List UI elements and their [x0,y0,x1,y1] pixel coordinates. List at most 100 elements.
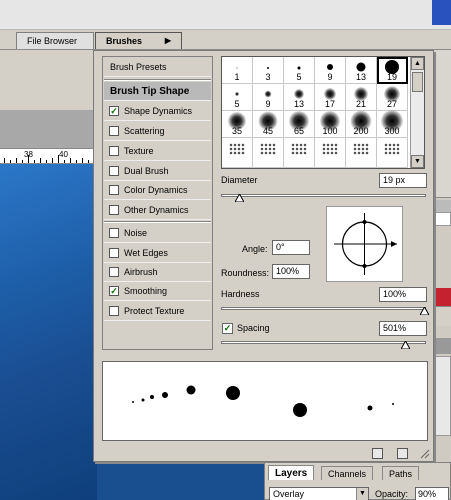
brush-size-label: 1 [234,72,240,82]
ruler-label: 40 [59,150,68,159]
brush-size-label: 45 [262,126,273,136]
tab-brushes[interactable]: Brushes ▶ [95,32,182,49]
separator [104,221,211,223]
protect-texture-checkbox[interactable] [109,306,119,316]
hardness-field[interactable]: 100% [379,287,427,302]
brush-grid-scrollbar[interactable]: ▲ ▼ [410,57,424,168]
option-label: Wet Edges [124,248,168,258]
roundness-field[interactable]: 100% [272,264,310,279]
brush-tip[interactable] [377,138,408,168]
brush-tip[interactable]: 9 [315,57,346,84]
option-shape-dynamics[interactable]: ✓ Shape Dynamics [104,102,211,121]
blend-mode-select[interactable]: Overlay ▼ [269,487,369,500]
color-dynamics-checkbox[interactable] [109,185,119,195]
option-label: Smoothing [124,286,168,296]
spacing-slider[interactable] [221,341,426,344]
document-canvas[interactable] [97,464,267,500]
option-label: Color Dynamics [124,185,188,195]
scroll-thumb[interactable] [412,72,423,92]
brush-tip[interactable]: 3 [253,57,284,84]
noise-checkbox[interactable] [109,228,119,238]
brush-tip[interactable] [284,138,315,168]
option-wet-edges[interactable]: Wet Edges [104,244,211,263]
brush-tip[interactable] [222,138,253,168]
scroll-up-icon[interactable]: ▲ [411,57,424,70]
option-dual-brush[interactable]: Dual Brush [104,162,211,181]
options-bar [0,0,451,30]
option-brush-presets[interactable]: Brush Presets [104,58,211,77]
tab-channels[interactable]: Channels [321,466,374,480]
angle-roundness-widget[interactable] [326,206,403,282]
diameter-slider[interactable] [221,194,426,197]
hardness-slider-knob[interactable] [420,307,429,315]
option-label: Protect Texture [124,306,185,316]
brush-tip[interactable]: 1 [222,57,253,84]
diameter-slider-knob[interactable] [235,194,244,202]
hardness-slider[interactable] [221,307,426,310]
blend-mode-value: Overlay [273,489,305,499]
spacing-checkbox[interactable]: ✓ [222,323,233,334]
brush-tip[interactable] [253,138,284,168]
brush-tip[interactable]: 35 [222,111,253,138]
brush-tip[interactable]: 100 [315,111,346,138]
opacity-field[interactable]: 90% [415,487,449,500]
brush-tip[interactable]: 27 [377,84,408,111]
smoothing-checkbox[interactable]: ✓ [109,286,119,296]
brush-tip[interactable]: 21 [346,84,377,111]
brush-tip[interactable]: 9 [253,84,284,111]
texture-checkbox[interactable] [109,146,119,156]
shape-dynamics-checkbox[interactable]: ✓ [109,106,119,116]
wet-edges-checkbox[interactable] [109,248,119,258]
option-protect-texture[interactable]: Protect Texture [104,302,211,321]
option-scattering[interactable]: Scattering [104,122,211,141]
chevron-down-icon: ▼ [356,488,368,500]
option-label: Texture [124,146,154,156]
scattering-checkbox[interactable] [109,126,119,136]
trash-icon[interactable] [397,448,408,459]
document-title-bar [0,110,97,148]
new-brush-icon[interactable] [372,448,383,459]
option-color-dynamics[interactable]: Color Dynamics [104,181,211,200]
ruler-label: 38 [24,150,33,159]
brush-tip[interactable] [346,138,377,168]
brush-tip[interactable]: 13 [346,57,377,84]
option-airbrush[interactable]: Airbrush [104,263,211,282]
brush-tip[interactable]: 13 [284,84,315,111]
brush-tip[interactable]: 300 [377,110,408,138]
color-swatch[interactable] [434,288,451,306]
scroll-down-icon[interactable]: ▼ [411,155,424,168]
brush-tip[interactable]: 5 [222,84,253,111]
brush-tip[interactable] [315,138,346,168]
resize-grip-icon[interactable] [419,448,430,459]
brush-tip[interactable]: 45 [253,111,284,138]
option-label: Other Dynamics [124,205,189,215]
spacing-slider-knob[interactable] [401,341,410,349]
brush-tip[interactable]: 65 [284,111,315,138]
dual-brush-checkbox[interactable] [109,166,119,176]
brush-tip[interactable]: 200 [346,110,377,138]
airbrush-checkbox[interactable] [109,267,119,277]
other-dynamics-checkbox[interactable] [109,205,119,215]
brush-tip[interactable]: 17 [315,84,346,111]
tab-layers[interactable]: Layers [268,465,315,480]
option-texture[interactable]: Texture [104,142,211,161]
palette-menu-arrow-icon[interactable]: ▶ [165,36,171,45]
option-other-dynamics[interactable]: Other Dynamics [104,201,211,220]
palette-well [432,0,451,25]
brush-tip[interactable]: 5 [284,57,315,84]
tab-paths[interactable]: Paths [382,466,420,480]
tab-file-browser[interactable]: File Browser [16,32,94,49]
brush-tip-selected[interactable]: 19 [377,57,408,84]
separator [104,79,211,81]
palette-footer [94,446,433,461]
opacity-label: Opacity: [375,489,409,499]
angle-field[interactable]: 0° [272,240,310,255]
option-smoothing[interactable]: ✓ Smoothing [104,282,211,301]
option-noise[interactable]: Noise [104,224,211,243]
document-canvas[interactable] [0,164,97,500]
option-brush-tip-shape[interactable]: Brush Tip Shape [104,82,211,101]
diameter-field[interactable]: 19 px [379,173,427,188]
option-label: Shape Dynamics [124,106,193,116]
spacing-field[interactable]: 501% [379,321,427,336]
brush-size-label: 13 [293,99,304,109]
